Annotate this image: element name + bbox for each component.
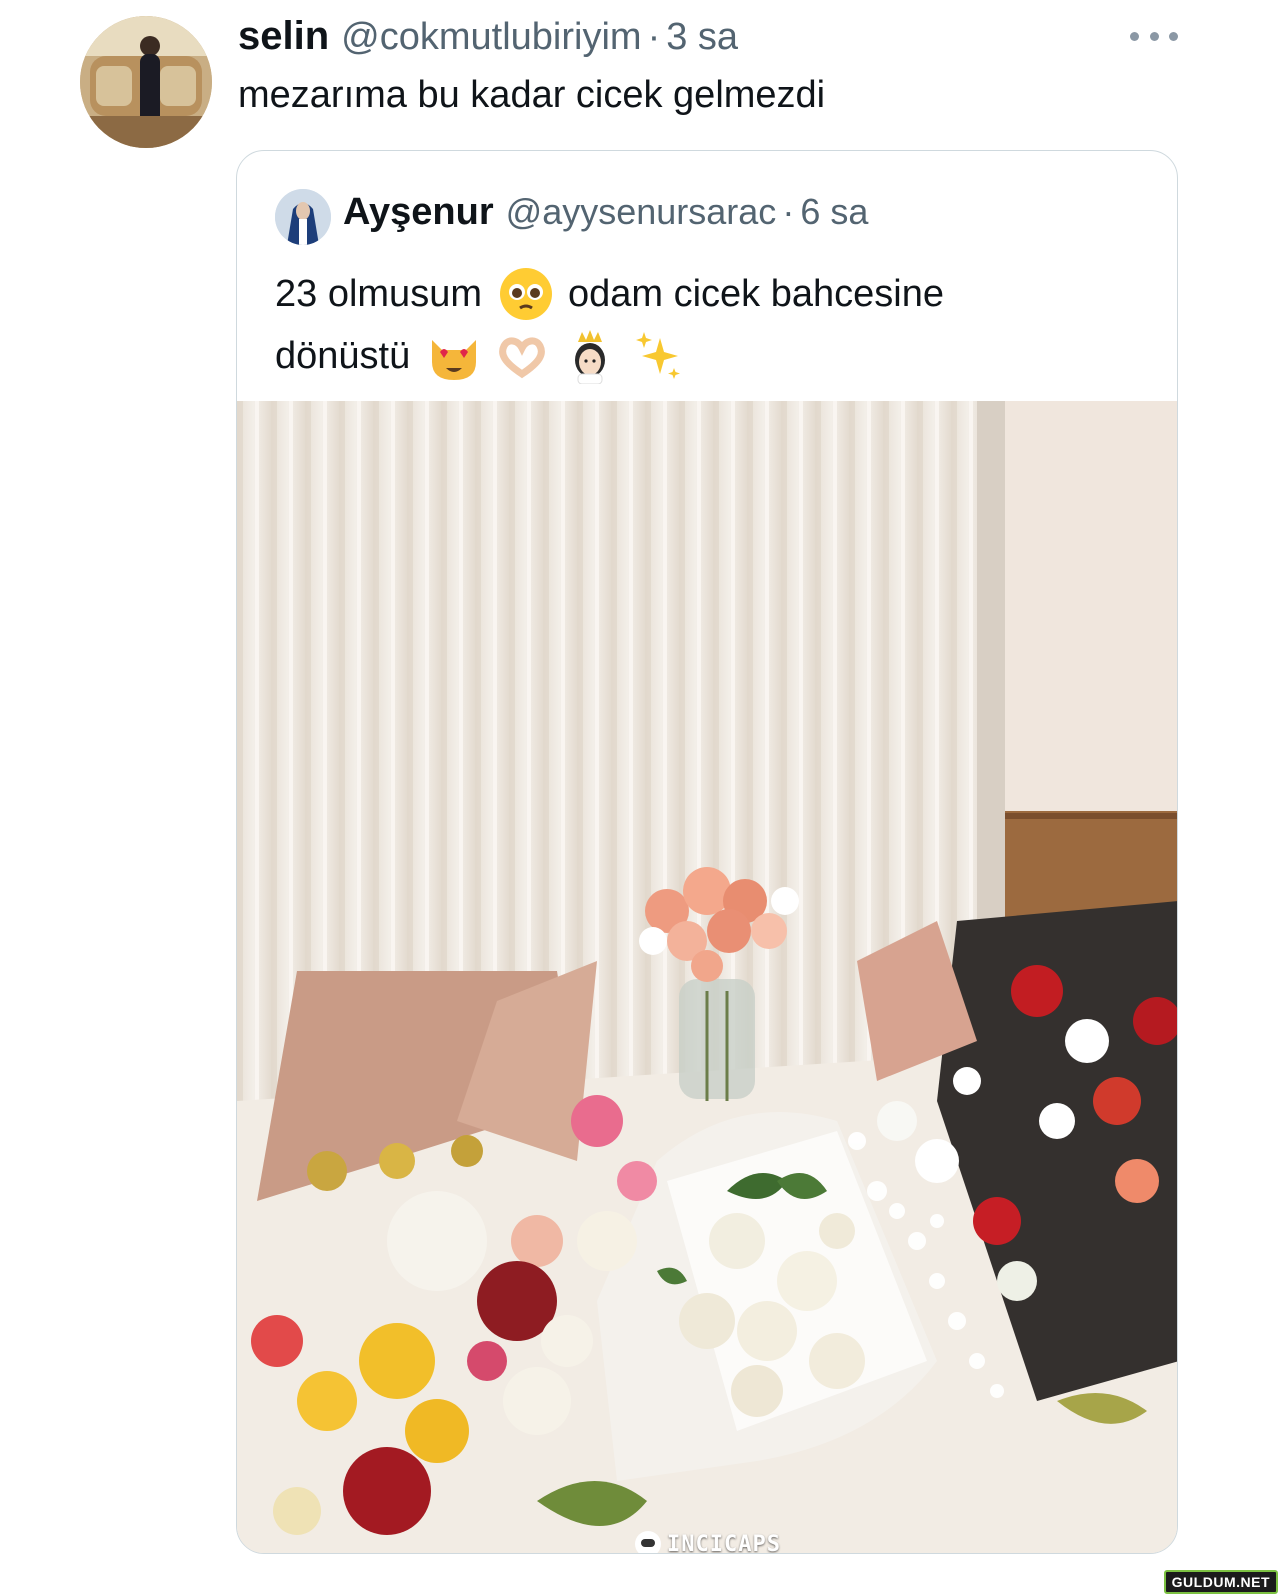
quoted-display-name[interactable]: Ayşenur xyxy=(343,191,494,234)
separator-dot: · xyxy=(782,191,795,232)
separator-dot: · xyxy=(647,16,661,58)
avatar-image xyxy=(80,16,212,148)
quoted-tweet-card[interactable]: Ayşenur @ayysenursarac · 6 sa 23 olmusum… xyxy=(236,150,1178,1554)
tweet-text: mezarıma bu kadar cicek gelmezdi xyxy=(238,74,826,116)
quoted-tweet-header: Ayşenur @ayysenursarac · 6 sa xyxy=(343,191,868,234)
sparkles-icon xyxy=(630,328,686,384)
pleading-face-icon xyxy=(498,266,554,322)
tweet-header: selin @cokmutlubiriyim · 3 sa xyxy=(238,14,738,62)
heart-eyes-cat-icon xyxy=(426,328,482,384)
quoted-text-line-1: 23 olmusum odam cicek bahcesine xyxy=(275,263,1155,325)
more-options-button[interactable] xyxy=(1130,22,1178,50)
quoted-author-avatar[interactable] xyxy=(275,189,331,245)
author-avatar[interactable] xyxy=(80,16,212,148)
quoted-text-line-2: dönüstü xyxy=(275,325,1155,387)
more-horizontal-icon xyxy=(1130,31,1139,41)
watermark: INCICAPS xyxy=(635,1531,781,1554)
quoted-text-part: 23 olmusum xyxy=(275,273,482,315)
watermark-logo-icon xyxy=(635,1531,661,1553)
tweet-media-image[interactable] xyxy=(237,401,1177,1553)
watermark-text: INCICAPS xyxy=(667,1531,781,1554)
quoted-text-part: odam cicek bahcesine xyxy=(567,273,944,315)
site-badge: GULDUM.NET xyxy=(1163,1570,1278,1594)
quoted-handle[interactable]: @ayysenursarac xyxy=(506,191,777,233)
more-horizontal-icon xyxy=(1149,31,1159,41)
princess-icon xyxy=(562,328,618,384)
tweet-timestamp[interactable]: 3 sa xyxy=(666,16,738,59)
heart-hands-icon xyxy=(494,328,550,384)
more-horizontal-icon xyxy=(1169,31,1178,41)
quoted-avatar-image xyxy=(275,189,331,245)
author-handle[interactable]: @cokmutlubiriyim xyxy=(341,16,641,59)
quoted-tweet-text: 23 olmusum odam cicek bahcesine dönüstü xyxy=(275,263,1155,387)
flowers-photo xyxy=(237,401,1177,1553)
quoted-text-part: dönüstü xyxy=(275,335,411,377)
quoted-timestamp[interactable]: 6 sa xyxy=(800,191,868,233)
author-display-name[interactable]: selin xyxy=(238,14,329,59)
